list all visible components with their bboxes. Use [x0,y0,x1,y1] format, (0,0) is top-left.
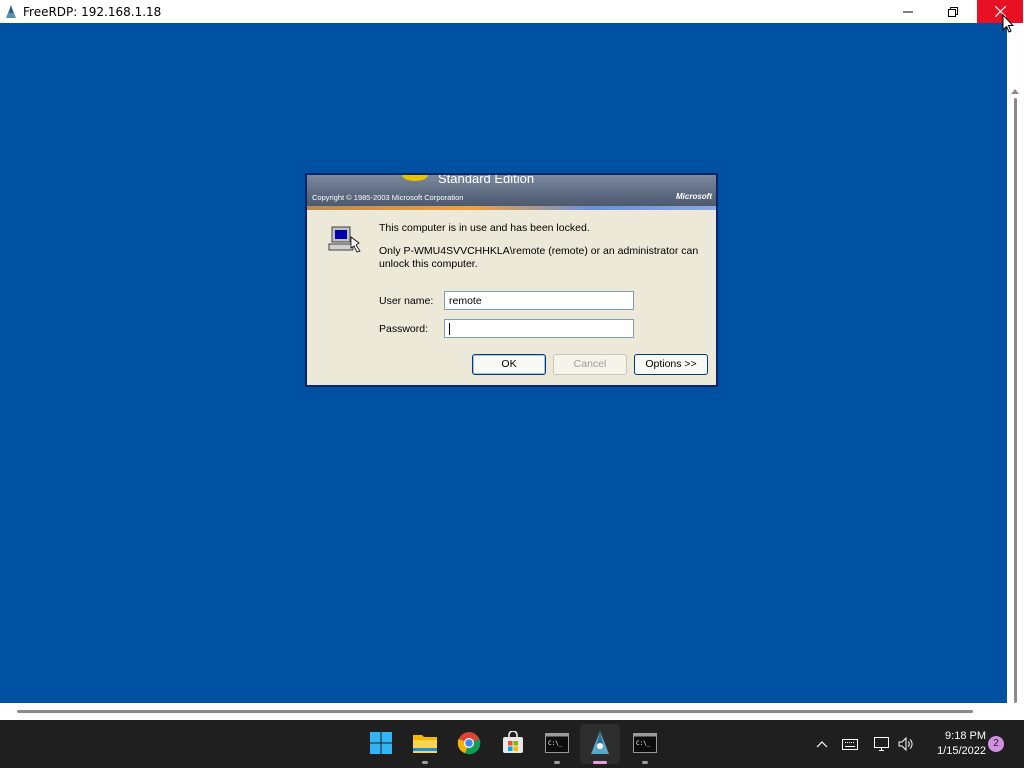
horizontal-scroll-thumb[interactable] [17,710,973,713]
cancel-button[interactable]: Cancel [553,354,627,375]
username-value: remote [449,295,482,307]
microsoft-store-icon [503,731,523,753]
restore-icon [948,6,958,17]
remote-desktop[interactable]: Standard Edition Copyright © 1985-2003 M… [0,23,1007,703]
mouse-cursor-icon [1002,14,1014,33]
clock-date: 1/15/2022 [937,745,986,757]
svg-text:C:\_: C:\_ [548,740,563,747]
locked-computer-icon [328,226,361,253]
windows-start-icon [370,732,392,754]
chrome-icon[interactable] [454,728,484,758]
banner-stripe [307,206,716,210]
file-explorer-icon[interactable] [410,728,440,758]
copyright-text: Copyright © 1985-2003 Microsoft Corporat… [312,193,464,202]
unlock-computer-dialog: Standard Edition Copyright © 1985-2003 M… [305,173,718,387]
svg-text:C:\_: C:\_ [636,740,651,747]
vertical-scrollbar[interactable] [1007,23,1024,718]
notification-badge[interactable]: 2 [988,736,1004,752]
start-icon[interactable] [366,728,396,758]
locked-message: This computer is in use and has been loc… [379,222,590,234]
volume-button[interactable] [896,734,916,754]
network-button[interactable] [872,734,892,754]
ok-button[interactable]: OK [472,354,546,375]
window-title: FreeRDP: 192.168.1.18 [23,4,162,19]
terminal-icon[interactable]: C:\_ [542,728,572,758]
running-indicator [554,761,560,764]
chrome-logo-icon [457,732,481,755]
horizontal-scrollbar[interactable] [0,703,1024,720]
unlock-permission-message: Only P-WMU4SVVCHHKLA\remote (remote) or … [379,245,699,270]
close-button[interactable] [977,0,1023,23]
minimize-button[interactable] [885,0,931,23]
store-icon[interactable] [498,728,528,758]
scroll-up-arrow-icon[interactable] [1011,89,1019,94]
show-hidden-icons-button[interactable] [814,734,830,754]
options-button[interactable]: Options >> [634,354,708,375]
freerdp-app-icon [6,4,16,18]
windows-logo-icon [402,175,428,181]
command-prompt-icon: C:\_ [633,733,657,753]
username-field[interactable]: remote [444,291,634,310]
restore-button[interactable] [930,0,976,23]
dialog-banner: Standard Edition Copyright © 1985-2003 M… [307,175,716,209]
command-prompt-icon: C:\_ [545,733,569,753]
freerdp-icon[interactable] [585,728,615,758]
freerdp-logo-icon [591,731,609,754]
username-label: User name: [379,295,434,307]
keyboard-button[interactable] [840,734,860,754]
microsoft-logo: Microsoft [676,192,712,201]
keyboard-icon [842,738,858,750]
running-indicator [422,761,428,764]
taskbar: C:\_ C:\_ 9:18 PM 1/15/2022 2 [0,720,1024,768]
minimize-icon [903,11,913,12]
network-icon [873,736,889,751]
vertical-scroll-thumb[interactable] [1014,98,1017,703]
speaker-icon [898,737,913,751]
active-indicator [593,761,607,764]
window-titlebar: FreeRDP: 192.168.1.18 [0,0,1024,23]
chevron-up-icon [816,741,828,748]
running-indicator [642,761,648,764]
password-label: Password: [379,323,429,335]
taskbar-clock[interactable]: 9:18 PM 1/15/2022 [922,729,986,759]
clock-time: 9:18 PM [945,730,986,742]
folder-icon [413,735,437,753]
text-cursor [449,323,450,336]
edition-text: Standard Edition [438,175,535,186]
password-field[interactable] [444,319,634,338]
terminal-icon[interactable]: C:\_ [630,728,660,758]
